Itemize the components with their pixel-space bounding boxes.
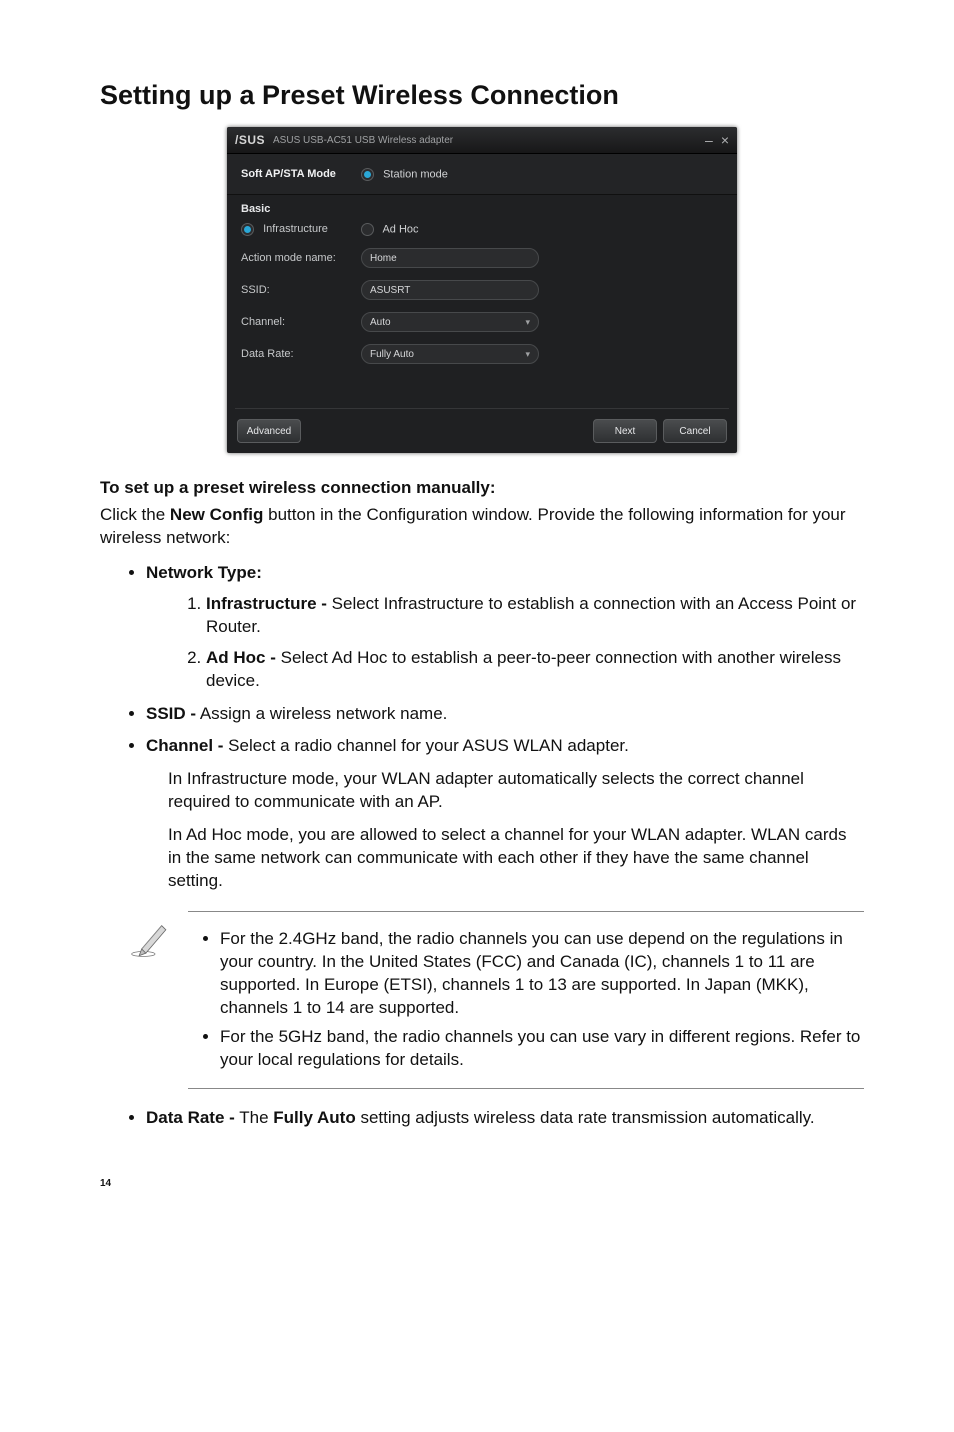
minimize-icon[interactable]: –	[705, 132, 713, 148]
next-button[interactable]: Next	[593, 419, 657, 443]
note-block: For the 2.4GHz band, the radio channels …	[130, 911, 864, 1089]
infrastructure-item: Infrastructure - Select Infrastructure t…	[206, 593, 864, 639]
radio-icon	[361, 223, 374, 236]
channel-label: Channel:	[241, 316, 361, 328]
datarate-label: Data Rate:	[241, 348, 361, 360]
action-mode-input[interactable]: Home	[361, 248, 539, 268]
channel-bold: Channel -	[146, 736, 223, 755]
pencil-icon	[130, 911, 170, 966]
asus-logo: /SUS	[235, 133, 265, 147]
page-title: Setting up a Preset Wireless Connection	[100, 80, 864, 111]
dialog-titlebar: /SUS ASUS USB-AC51 USB Wireless adapter …	[227, 127, 737, 154]
mode-row: Soft AP/STA Mode Station mode	[227, 154, 737, 195]
adhoc-label: Ad Hoc	[382, 223, 418, 235]
text: The	[235, 1108, 273, 1127]
text: Select Ad Hoc to establish a peer-to-pee…	[206, 648, 841, 690]
channel-item: Channel - Select a radio channel for you…	[146, 735, 864, 758]
mode-label: Soft AP/STA Mode	[241, 168, 361, 180]
channel-para-1: In Infrastructure mode, your WLAN adapte…	[168, 768, 864, 814]
text: Assign a wireless network name.	[196, 704, 447, 723]
network-type-row: Infrastructure Ad Hoc	[227, 217, 737, 242]
page-number: 14	[100, 1178, 864, 1189]
datarate-row: Data Rate: Fully Auto	[227, 338, 737, 370]
channel-row: Channel: Auto	[227, 306, 737, 338]
data-rate-bold: Data Rate -	[146, 1108, 235, 1127]
basic-section-label: Basic	[227, 195, 737, 217]
cancel-button[interactable]: Cancel	[663, 419, 727, 443]
new-config-bold: New Config	[170, 505, 264, 524]
ssid-input[interactable]: ASUSRT	[361, 280, 539, 300]
text: setting adjusts wireless data rate trans…	[356, 1108, 815, 1127]
infrastructure-radio[interactable]: Infrastructure	[241, 223, 328, 235]
dialog-subtitle: ASUS USB-AC51 USB Wireless adapter	[273, 135, 453, 146]
note-item-2: For the 5GHz band, the radio channels yo…	[220, 1026, 864, 1072]
datarate-select[interactable]: Fully Auto	[361, 344, 539, 364]
ssid-bold: SSID -	[146, 704, 196, 723]
note-item-1: For the 2.4GHz band, the radio channels …	[220, 928, 864, 1020]
network-type-label: Network Type:	[146, 563, 262, 582]
ssid-label: SSID:	[241, 284, 361, 296]
infrastructure-label: Infrastructure	[263, 223, 328, 235]
close-icon[interactable]: ×	[721, 132, 729, 148]
advanced-button[interactable]: Advanced	[237, 419, 301, 443]
action-mode-row: Action mode name: Home	[227, 242, 737, 274]
adhoc-bold: Ad Hoc -	[206, 648, 276, 667]
ssid-row: SSID: ASUSRT	[227, 274, 737, 306]
channel-para-2: In Ad Hoc mode, you are allowed to selec…	[168, 824, 864, 893]
adhoc-item: Ad Hoc - Select Ad Hoc to establish a pe…	[206, 647, 864, 693]
setup-heading: To set up a preset wireless connection m…	[100, 477, 864, 500]
dialog-window: /SUS ASUS USB-AC51 USB Wireless adapter …	[227, 127, 737, 453]
fully-auto-bold: Fully Auto	[273, 1108, 355, 1127]
setup-intro: Click the New Config button in the Confi…	[100, 504, 864, 550]
radio-icon	[241, 223, 254, 236]
network-type-item: Network Type: Infrastructure - Select In…	[146, 562, 864, 693]
infrastructure-bold: Infrastructure -	[206, 594, 327, 613]
channel-select[interactable]: Auto	[361, 312, 539, 332]
data-rate-item: Data Rate - The Fully Auto setting adjus…	[146, 1107, 864, 1130]
action-mode-label: Action mode name:	[241, 252, 361, 264]
text: Click the	[100, 505, 170, 524]
mode-value: Station mode	[383, 168, 448, 180]
adhoc-radio[interactable]: Ad Hoc	[361, 223, 419, 236]
radio-icon	[361, 168, 374, 181]
ssid-item: SSID - Assign a wireless network name.	[146, 703, 864, 726]
text: Select a radio channel for your ASUS WLA…	[223, 736, 628, 755]
mode-radio[interactable]: Station mode	[361, 168, 448, 181]
